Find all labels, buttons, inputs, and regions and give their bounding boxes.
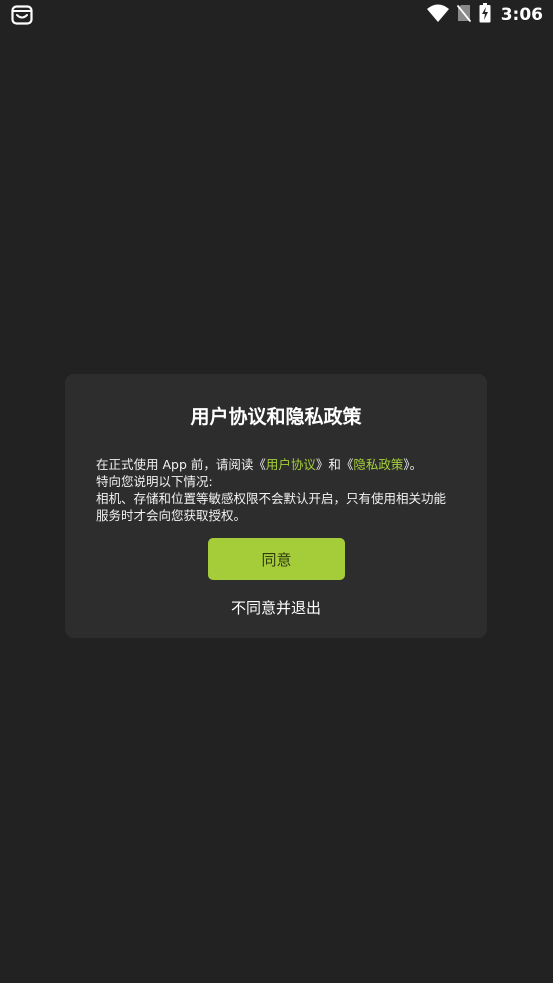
dialog-body-line2: 特向您说明以下情况: bbox=[96, 474, 213, 489]
agree-button[interactable]: 同意 bbox=[208, 538, 345, 580]
wifi-icon bbox=[426, 4, 449, 26]
screen: 3:06 用户协议和隐私政策 在正式使用 App 前，请阅读《用户协议》和《隐私… bbox=[0, 0, 553, 983]
body-line1-suffix: 》。 bbox=[403, 457, 423, 472]
status-icons: 3:06 bbox=[426, 3, 543, 27]
privacy-dialog: 用户协议和隐私政策 在正式使用 App 前，请阅读《用户协议》和《隐私政策》。 … bbox=[65, 374, 487, 638]
battery-charging-icon bbox=[479, 3, 491, 27]
dialog-title: 用户协议和隐私政策 bbox=[190, 406, 362, 428]
dialog-body: 在正式使用 App 前，请阅读《用户协议》和《隐私政策》。 特向您说明以下情况:… bbox=[96, 456, 458, 524]
no-sim-icon bbox=[456, 4, 471, 26]
status-bar: 3:06 bbox=[0, 0, 553, 30]
app-notification-icon bbox=[11, 5, 33, 25]
disagree-exit-button[interactable]: 不同意并退出 bbox=[176, 596, 376, 620]
user-agreement-link[interactable]: 用户协议 bbox=[266, 457, 316, 472]
body-line1-middle: 》和《 bbox=[315, 457, 354, 472]
dialog-body-line1: 在正式使用 App 前，请阅读《用户协议》和《隐私政策》。 bbox=[96, 456, 458, 473]
dialog-body-line3: 相机、存储和位置等敏感权限不会默认开启，只有使用相关功能服务时才会向您获取授权。 bbox=[96, 491, 447, 523]
status-time: 3:06 bbox=[500, 5, 543, 25]
body-line1-prefix: 在正式使用 App 前，请阅读《 bbox=[96, 457, 266, 472]
privacy-policy-link[interactable]: 隐私政策 bbox=[353, 457, 403, 472]
